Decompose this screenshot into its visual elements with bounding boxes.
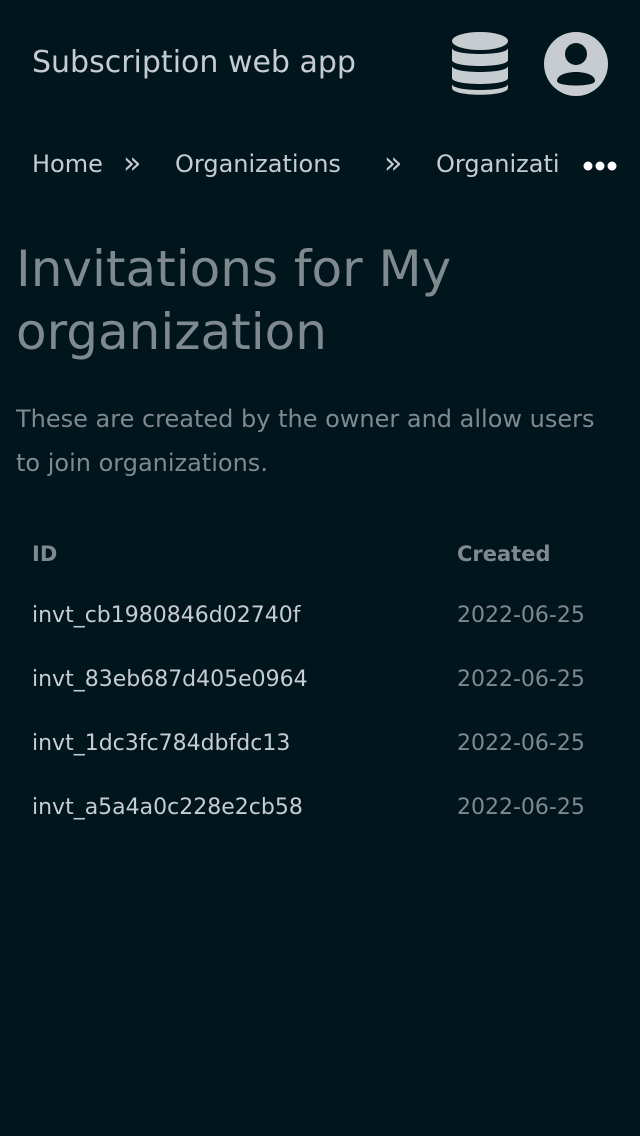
- page-title: Invitations for My organization: [16, 240, 452, 361]
- app-title[interactable]: Subscription web app: [32, 41, 356, 85]
- invitation-created: 2022-06-25: [457, 603, 585, 628]
- invitation-created: 2022-06-25: [457, 667, 585, 692]
- invitation-id: invt_83eb687d405e0964: [32, 667, 308, 692]
- database-icon: [452, 32, 508, 95]
- column-header-id: ID: [32, 542, 58, 566]
- invitation-id: invt_a5a4a0c228e2cb58: [32, 795, 303, 820]
- invitation-id: invt_cb1980846d02740f: [32, 603, 301, 628]
- breadcrumb-separator: »: [384, 146, 403, 181]
- page-description: These are created by the owner and allow…: [16, 405, 595, 477]
- breadcrumb-organizations[interactable]: Organizations: [175, 147, 341, 181]
- ellipsis-icon: [583, 161, 617, 171]
- breadcrumb-home[interactable]: Home: [32, 147, 103, 181]
- breadcrumb-separator: »: [123, 146, 142, 181]
- table-row[interactable]: invt_cb1980846d02740f 2022-06-25: [16, 584, 624, 648]
- breadcrumb: Home » Organizations » Organizati: [0, 128, 640, 200]
- table-row[interactable]: invt_a5a4a0c228e2cb58 2022-06-25: [16, 776, 624, 840]
- breadcrumb-current[interactable]: Organizati: [436, 147, 569, 181]
- table-row[interactable]: invt_83eb687d405e0964 2022-06-25: [16, 648, 624, 712]
- invitation-created: 2022-06-25: [457, 731, 585, 756]
- user-circle-icon: [544, 32, 608, 96]
- app-header: Subscription web app: [0, 0, 640, 128]
- column-header-created: Created: [457, 542, 551, 566]
- database-button[interactable]: [448, 30, 512, 98]
- account-button[interactable]: [543, 31, 609, 97]
- breadcrumb-more-button[interactable]: [580, 156, 620, 176]
- invitation-created: 2022-06-25: [457, 795, 585, 820]
- table-row[interactable]: invt_1dc3fc784dbfdc13 2022-06-25: [16, 712, 624, 776]
- invitation-id: invt_1dc3fc784dbfdc13: [32, 731, 291, 756]
